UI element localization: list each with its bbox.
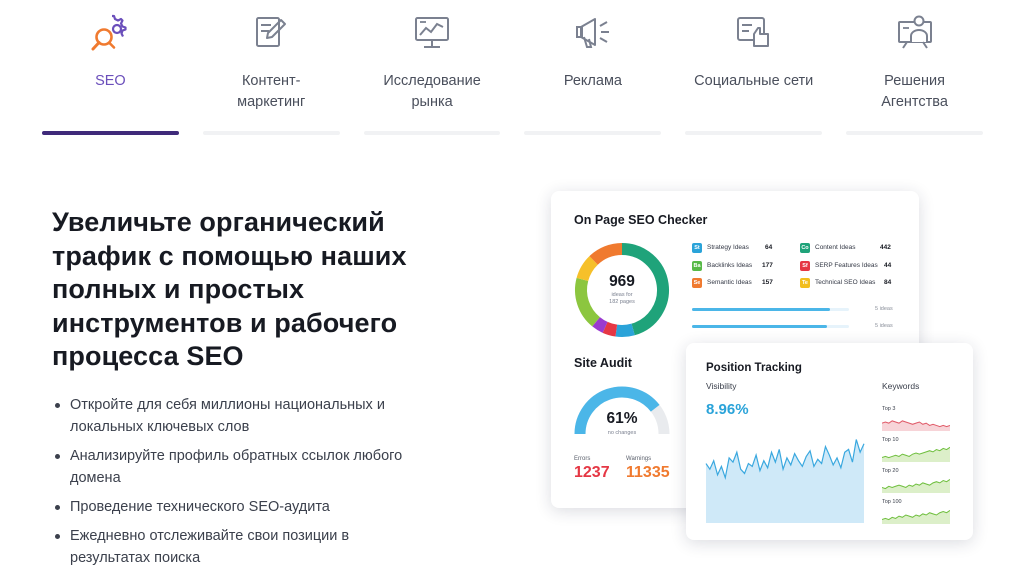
position-tracking-card: Position Tracking Visibility 8.96% Keywo… xyxy=(686,343,973,540)
tab-agency-solutions[interactable]: Решения Агентства xyxy=(834,0,995,140)
tab-label: Решения Агентства xyxy=(881,73,948,110)
legend-name: Backlinks Ideas xyxy=(707,262,753,269)
tab-indicator xyxy=(685,131,823,135)
donut-segment xyxy=(615,323,635,337)
content-badge: Co xyxy=(800,243,810,253)
tab-social-media[interactable]: Социальные сети xyxy=(673,0,834,140)
ideas-progress-fill xyxy=(692,308,831,311)
donut-segment xyxy=(602,321,618,337)
legend-value: 177 xyxy=(762,262,773,269)
progress-label: 5 ideas xyxy=(875,306,893,312)
semantic-badge: Se xyxy=(692,278,702,288)
errors-count: 1237 xyxy=(574,464,610,481)
legend-value: 64 xyxy=(765,244,773,251)
tab-label: SEO xyxy=(95,73,126,89)
sparkline-area xyxy=(882,447,950,462)
onpage-title: On Page SEO Checker xyxy=(574,213,708,227)
tab-indicator xyxy=(202,131,340,135)
product-tabs: SEO Контент-маркетинг Исследование рынка xyxy=(30,0,995,140)
legend-name: Technical SEO Ideas xyxy=(815,279,876,286)
legend-value: 442 xyxy=(880,244,891,251)
list-item: Откройте для себя миллионы национальных … xyxy=(52,394,412,438)
kw-top10-sparkline xyxy=(882,446,950,462)
ideas-progress-fill xyxy=(692,325,828,328)
tab-seo[interactable]: SEO xyxy=(30,0,191,140)
warnings-count: 11335 xyxy=(626,464,670,481)
total-ideas: 969 xyxy=(609,273,635,290)
kw-top3-label: Top 3 xyxy=(882,406,896,412)
audit-percent: 61% xyxy=(606,410,638,427)
legend-value: 84 xyxy=(884,279,892,286)
donut-segment xyxy=(592,317,608,333)
tab-label: Контент-маркетинг xyxy=(237,73,306,110)
legend-value: 44 xyxy=(884,262,892,269)
backlinks-badge: Ba xyxy=(692,261,702,271)
legend-name: SERP Features Ideas xyxy=(815,262,878,269)
warnings-label: Warnings xyxy=(626,456,652,462)
tab-market-research[interactable]: Исследование рынка xyxy=(352,0,513,140)
tab-indicator xyxy=(363,131,501,135)
tab-content-marketing[interactable]: Контент-маркетинг xyxy=(191,0,352,140)
tab-indicator xyxy=(846,131,983,135)
list-item: Проведение технического SEO-аудита xyxy=(52,496,452,518)
market-research-chart-icon xyxy=(415,17,450,48)
kw-top20-sparkline xyxy=(882,479,950,493)
progress-label: 5 ideas xyxy=(875,323,893,329)
legend-value: 157 xyxy=(762,279,773,286)
legend-name: Semantic Ideas xyxy=(707,279,752,286)
visibility-area xyxy=(706,439,864,523)
tab-indicator xyxy=(524,131,662,135)
agency-presenter-icon xyxy=(897,15,932,49)
kw-top10-label: Top 10 xyxy=(882,437,899,443)
social-thumbs-up-icon xyxy=(736,17,769,47)
site-audit-title: Site Audit xyxy=(574,356,632,370)
audit-caption: no changes xyxy=(607,430,637,436)
legend-name: Content Ideas xyxy=(815,244,856,251)
technical-badge: Te xyxy=(800,278,810,288)
kw-top3-sparkline xyxy=(882,420,950,431)
keywords-label: Keywords xyxy=(882,381,920,391)
tab-label: Реклама xyxy=(563,73,622,89)
seo-search-gear-icon xyxy=(91,14,128,51)
legend-name: Strategy Ideas xyxy=(707,244,749,251)
tab-advertising[interactable]: Реклама xyxy=(512,0,673,140)
tracking-title: Position Tracking xyxy=(706,362,802,374)
visibility-value: 8.96% xyxy=(706,401,749,418)
visibility-area-chart xyxy=(705,439,865,523)
errors-label: Errors xyxy=(574,456,591,462)
ideas-caption: ideas for xyxy=(611,292,633,298)
sparkline-area xyxy=(882,479,950,493)
ideas-progress-track xyxy=(692,308,849,311)
list-item: Ежедневно отслеживайте свои позиции в ре… xyxy=(52,525,392,569)
tab-label: Социальные сети xyxy=(694,73,814,89)
ideas-caption: 182 pages xyxy=(609,299,635,305)
content-edit-icon xyxy=(256,17,287,47)
kw-top20-label: Top 20 xyxy=(882,468,899,474)
sparkline-area xyxy=(882,420,950,431)
serp-badge: Sf xyxy=(800,261,810,271)
tab-active-indicator xyxy=(42,131,179,135)
feature-list: Откройте для себя миллионы национальных … xyxy=(52,394,452,572)
tab-label: Исследование рынка xyxy=(383,73,481,110)
kw-top100-label: Top 100 xyxy=(882,499,902,505)
hero-headline: Увеличьте органический трафик с помощью … xyxy=(52,207,407,371)
list-item: Анализируйте профиль обратных ссылок люб… xyxy=(52,445,432,489)
ideas-progress-track xyxy=(692,325,849,328)
advertising-megaphone-icon xyxy=(575,18,609,48)
kw-top100-sparkline xyxy=(882,510,950,524)
donut-segment xyxy=(589,243,623,265)
strategy-badge: St xyxy=(692,243,702,253)
visibility-label: Visibility xyxy=(706,381,737,391)
